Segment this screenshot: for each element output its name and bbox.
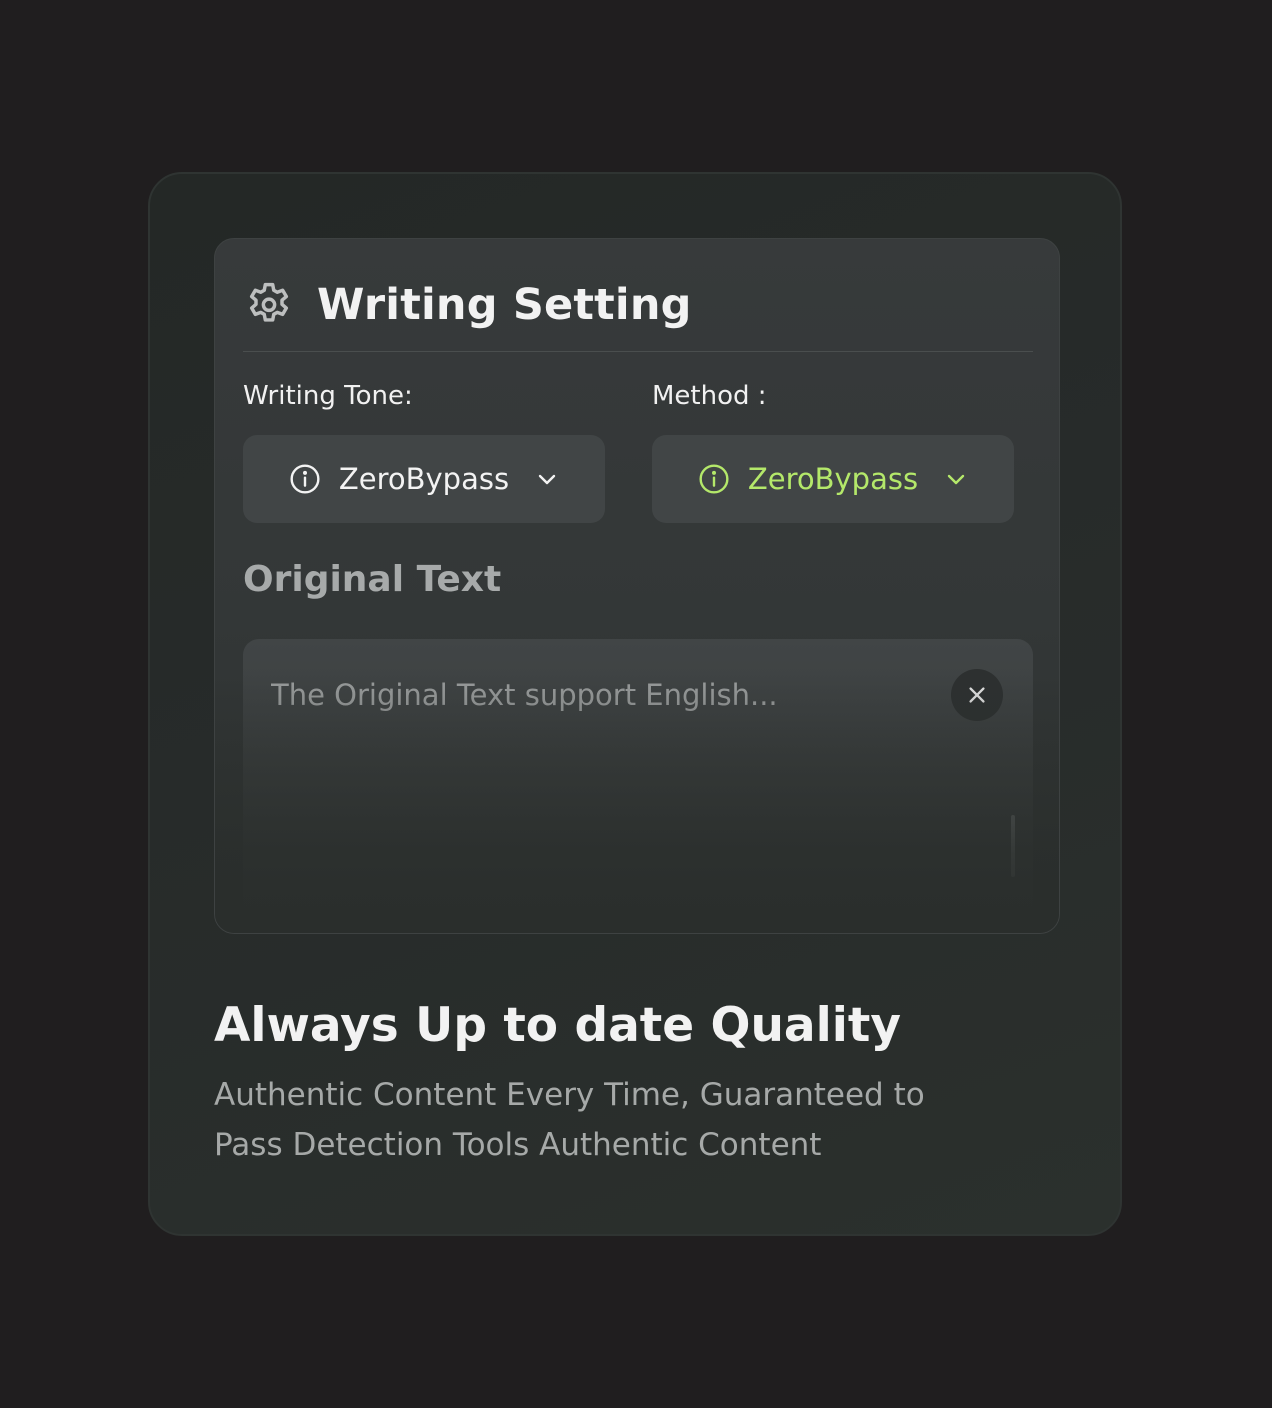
feature-title: Always Up to date Quality <box>214 998 901 1053</box>
method-value: ZeroBypass <box>747 462 919 496</box>
writing-tone-label: Writing Tone: <box>243 381 413 411</box>
writing-settings-panel: Writing Setting Writing Tone: Method : Z… <box>214 238 1060 934</box>
method-label: Method : <box>652 381 767 411</box>
gear-icon <box>243 279 295 331</box>
panel-header: Writing Setting <box>243 275 692 335</box>
writing-tone-dropdown[interactable]: ZeroBypass <box>243 435 605 523</box>
info-icon <box>289 463 321 495</box>
original-text-input[interactable] <box>271 669 931 721</box>
original-text-box <box>243 639 1033 933</box>
textarea-scrollbar[interactable] <box>1011 815 1015 877</box>
header-divider <box>243 351 1033 352</box>
writing-tone-value: ZeroBypass <box>338 462 510 496</box>
feature-description: Authentic Content Every Time, Guaranteed… <box>214 1077 925 1163</box>
close-icon <box>969 687 985 703</box>
feature-card: Writing Setting Writing Tone: Method : Z… <box>148 172 1122 1236</box>
method-dropdown[interactable]: ZeroBypass <box>652 435 1014 523</box>
chevron-down-icon <box>944 467 968 491</box>
panel-title: Writing Setting <box>317 280 692 330</box>
chevron-down-icon <box>535 467 559 491</box>
clear-text-button[interactable] <box>951 669 1003 721</box>
original-text-title: Original Text <box>243 559 502 600</box>
info-icon <box>698 463 730 495</box>
